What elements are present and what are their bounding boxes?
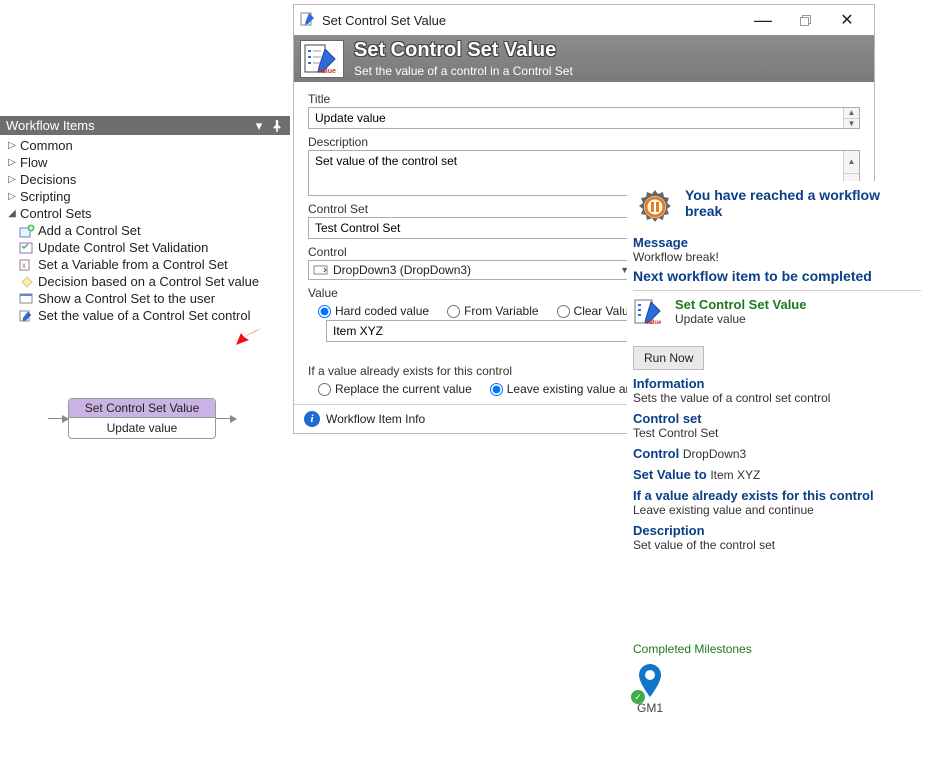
milestone-pin-icon: ✓ (633, 662, 921, 703)
chevron-down-icon: ◢ (6, 208, 18, 219)
label-control-set: Control Set (308, 202, 634, 216)
control-text: DropDown3 (683, 447, 746, 461)
spin-down-icon[interactable]: ▼ (844, 118, 859, 129)
next-label: Next workflow item to be completed (633, 268, 921, 291)
spin-up-icon[interactable]: ▲ (844, 108, 859, 118)
tree-subitem-update-validation[interactable]: Update Control Set Validation (0, 239, 290, 256)
info-label: Information (633, 376, 921, 391)
info-icon: i (304, 411, 320, 427)
label-control: Control (308, 245, 634, 259)
desc-text: Set value of the control set (633, 538, 921, 552)
cs-text: Test Control Set (633, 426, 921, 440)
decision-icon (18, 274, 36, 289)
svg-text:value: value (318, 68, 336, 75)
tree: ▷Common ▷Flow ▷Decisions ▷Scripting ◢Con… (0, 135, 290, 326)
control-set-input[interactable] (308, 217, 634, 239)
tree-subitem-show[interactable]: Show a Control Set to the user (0, 290, 290, 307)
minimize-button[interactable]: — (742, 9, 784, 31)
arrow-connector-icon (216, 418, 236, 419)
banner: value Set Control Set Value Set the valu… (294, 35, 874, 82)
label-description: Description (308, 135, 860, 149)
info-text: Sets the value of a control set control (633, 391, 921, 405)
exists-label: If a value already exists for this contr… (633, 488, 921, 503)
banner-sub: Set the value of a control in a Control … (354, 62, 573, 78)
dropdown-control-icon (313, 263, 329, 277)
svg-text:x: x (22, 261, 26, 270)
radio-from-variable[interactable]: From Variable (447, 304, 538, 318)
workflow-items-panel: Workflow Items ▾ ▷Common ▷Flow ▷Decision… (0, 116, 290, 326)
milestone-name: GM1 (633, 701, 921, 715)
arrow-connector-icon (48, 418, 68, 419)
tree-subitem-set-value[interactable]: Set the value of a Control Set control (0, 307, 290, 324)
control-select[interactable]: DropDown3 (DropDown3) ▼ (308, 260, 634, 280)
window-icon (300, 11, 316, 30)
setvalue-text: Item XYZ (710, 468, 760, 482)
radio-hardcoded[interactable]: Hard coded value (318, 304, 429, 318)
titlebar[interactable]: Set Control Set Value — ✕ (294, 5, 874, 35)
edit-icon (18, 308, 36, 323)
gear-pause-icon (633, 187, 677, 227)
tree-subitem-decision[interactable]: Decision based on a Control Set value (0, 273, 290, 290)
run-now-button[interactable]: Run Now (633, 346, 704, 370)
window-title: Set Control Set Value (322, 13, 446, 28)
help-panel: You have reached a workflow break Messag… (627, 181, 927, 721)
dropdown-icon[interactable]: ▾ (252, 119, 266, 133)
chevron-right-icon: ▷ (6, 174, 18, 185)
tree-item-decisions[interactable]: ▷Decisions (0, 171, 290, 188)
next-item-link[interactable]: Set Control Set Value (675, 297, 806, 312)
svg-text:value: value (646, 320, 662, 326)
pin-icon[interactable] (270, 119, 284, 133)
message-label: Message (633, 235, 921, 250)
tree-item-common[interactable]: ▷Common (0, 137, 290, 154)
title-input[interactable] (309, 108, 843, 128)
next-item-icon: value (633, 297, 667, 330)
callout-arrow-icon (236, 325, 264, 350)
check-icon: ✓ (631, 690, 645, 704)
tree-subitem-set-var[interactable]: xSet a Variable from a Control Set (0, 256, 290, 273)
banner-icon: value (300, 40, 344, 78)
add-icon (18, 223, 36, 238)
restore-button[interactable] (784, 9, 826, 31)
panel-title: Workflow Items (6, 118, 95, 133)
variable-icon: x (18, 257, 36, 272)
node-title: Set Control Set Value (69, 399, 215, 418)
banner-title: Set Control Set Value (354, 39, 573, 62)
validation-icon (18, 240, 36, 255)
show-icon (18, 291, 36, 306)
tree-item-flow[interactable]: ▷Flow (0, 154, 290, 171)
spin-up-icon[interactable]: ▲ (844, 151, 859, 173)
chevron-right-icon: ▷ (6, 191, 18, 202)
exists-text: Leave existing value and continue (633, 503, 921, 517)
desc-label: Description (633, 523, 921, 538)
cs-label: Control set (633, 411, 921, 426)
setvalue-label: Set Value to (633, 467, 707, 482)
tree-subitem-add[interactable]: Add a Control Set (0, 222, 290, 239)
close-button[interactable]: ✕ (826, 9, 868, 31)
chevron-right-icon: ▷ (6, 157, 18, 168)
flow-node[interactable]: Set Control Set Value Update value (48, 398, 236, 439)
radio-replace[interactable]: Replace the current value (318, 382, 472, 396)
milestones-label: Completed Milestones (633, 642, 921, 656)
node-sub: Update value (69, 418, 215, 438)
break-title: You have reached a workflow break (685, 187, 921, 219)
control-label: Control (633, 446, 679, 461)
tree-item-scripting[interactable]: ▷Scripting (0, 188, 290, 205)
panel-header: Workflow Items ▾ (0, 116, 290, 135)
tree-item-control-sets[interactable]: ◢Control Sets (0, 205, 290, 222)
chevron-right-icon: ▷ (6, 140, 18, 151)
radio-clear-value[interactable]: Clear Value (557, 304, 636, 318)
value-input[interactable] (326, 320, 646, 342)
next-item-sub: Update value (675, 312, 806, 326)
message-text: Workflow break! (633, 250, 921, 264)
label-title: Title (308, 92, 860, 106)
